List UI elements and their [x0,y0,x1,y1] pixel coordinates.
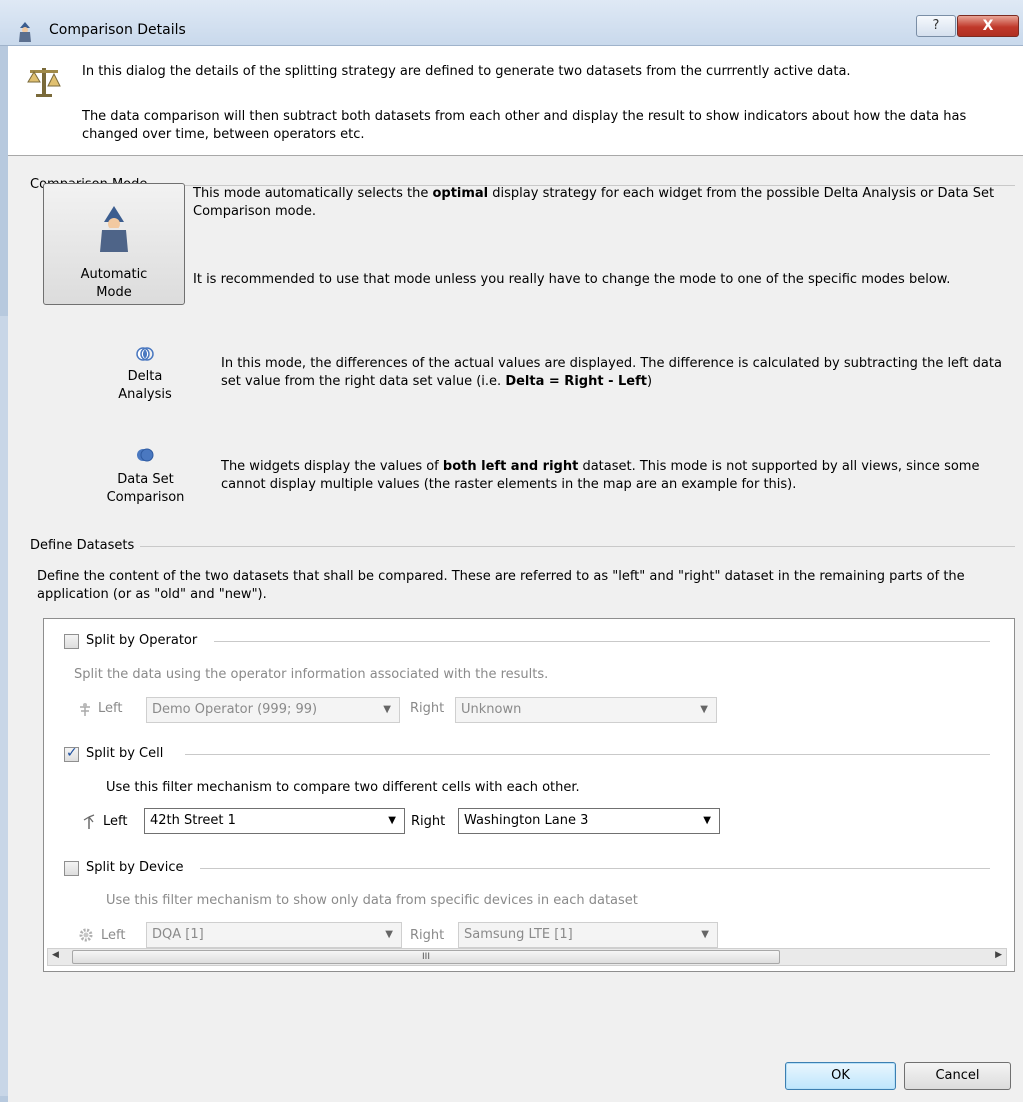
device-right-select[interactable]: Samsung LTE [1] ▼ [458,922,718,948]
automatic-mode-button[interactable]: Automatic Mode [43,183,185,305]
window-title: Comparison Details [49,22,186,38]
window-left-border [0,46,8,1102]
group-divider [140,546,1015,547]
scales-icon [27,68,61,97]
checkmark-icon: ✓ [66,745,78,761]
title-bar[interactable]: Comparison Details ? X [0,0,1023,46]
device-left-label: Left [101,928,126,943]
delta-analysis-desc: In this mode, the differences of the act… [221,356,1002,389]
split-by-cell-checkbox[interactable]: ✓ [64,745,79,762]
delta-analysis-icon [136,347,154,361]
help-button[interactable]: ? [916,15,956,37]
delta-analysis-mode[interactable]: Delta Analysis [105,343,185,407]
automatic-mode-desc-2: It is recommended to use that mode unles… [193,272,951,287]
operator-left-select[interactable]: Demo Operator (999; 99) ▼ [146,697,400,723]
delta-analysis-label-1: Delta [127,369,163,384]
scroll-right-arrow-icon[interactable]: ▶ [995,950,1002,960]
split-by-device-desc: Use this filter mechanism to show only d… [106,893,638,908]
scroll-left-arrow-icon[interactable]: ◀ [52,950,59,960]
section-divider [185,754,990,755]
split-by-device-checkbox[interactable] [64,861,79,876]
automatic-mode-label-1: Automatic [80,267,148,282]
data-set-comparison-label-1: Data Set [117,472,174,487]
wizard-icon [19,22,31,42]
section-divider [200,868,990,869]
operator-right-select[interactable]: Unknown ▼ [455,697,717,723]
info-text-1: In this dialog the details of the splitt… [82,64,851,79]
device-right-label: Right [410,928,445,943]
split-by-operator-desc: Split the data using the operator inform… [74,667,549,682]
split-by-cell-label: Split by Cell [86,746,164,761]
device-left-select[interactable]: DQA [1] ▼ [146,922,402,948]
cancel-button[interactable]: Cancel [904,1062,1011,1090]
horizontal-scrollbar[interactable]: ◀ III ▶ [47,948,1007,966]
operator-right-label: Right [410,701,445,716]
chevron-down-icon: ▼ [383,704,391,715]
section-divider [214,641,990,642]
cell-right-label: Right [411,814,446,829]
data-set-comparison-icon [137,448,154,462]
define-datasets-desc: Define the content of the two datasets t… [37,569,965,602]
split-by-cell-desc: Use this filter mechanism to compare two… [106,780,580,795]
data-set-comparison-mode[interactable]: Data Set Comparison [93,444,198,512]
chevron-down-icon: ▼ [703,815,711,826]
wizard-icon [100,206,128,252]
split-by-operator-checkbox[interactable] [64,634,79,649]
chevron-down-icon: ▼ [385,929,393,940]
chevron-down-icon: ▼ [700,704,708,715]
chevron-down-icon: ▼ [388,815,396,826]
chevron-down-icon: ▼ [701,929,709,940]
automatic-mode-desc-1: This mode automatically selects the opti… [193,186,995,219]
close-button[interactable]: X [957,15,1019,37]
delta-analysis-label-2: Analysis [118,387,172,402]
ok-button[interactable]: OK [785,1062,896,1090]
scrollbar-thumb[interactable]: III [72,950,780,964]
data-set-comparison-desc: The widgets display the values of both l… [221,459,980,492]
define-datasets-title: Define Datasets [30,538,139,553]
gear-icon [79,928,93,942]
operator-icon [80,703,90,716]
cell-left-select[interactable]: 42th Street 1 ▼ [144,808,405,834]
data-set-comparison-label-2: Comparison [106,490,185,505]
cell-right-select[interactable]: Washington Lane 3 ▼ [458,808,720,834]
cell-left-label: Left [103,814,128,829]
cell-tower-icon [83,814,95,829]
split-by-device-label: Split by Device [86,860,184,875]
automatic-mode-label-2: Mode [96,285,132,300]
operator-left-label: Left [98,701,123,716]
split-by-operator-label: Split by Operator [86,633,198,648]
info-text-2: The data comparison will then subtract b… [82,109,967,142]
